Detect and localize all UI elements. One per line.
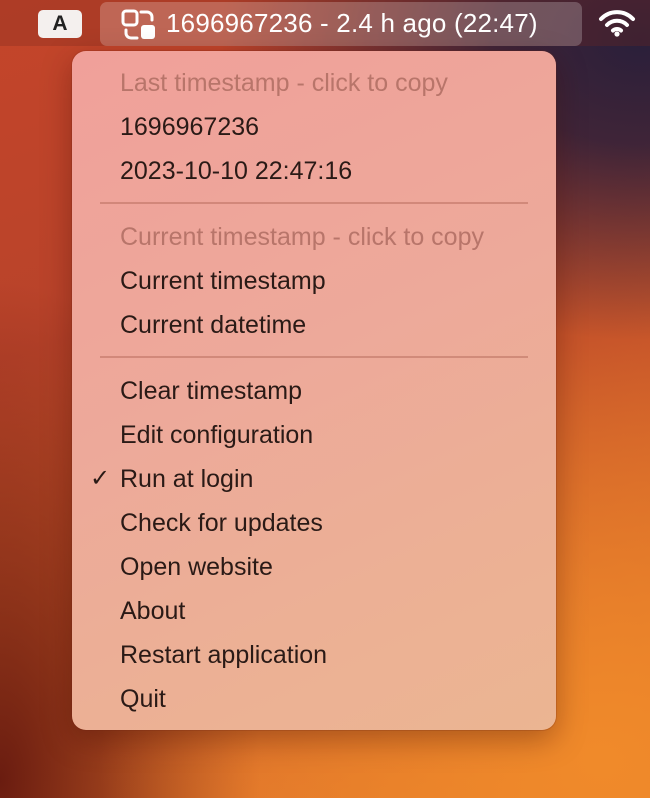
status-text: 1696967236 - 2.4 h ago (22:47) [166, 8, 538, 38]
timestamp-status-item[interactable]: 1696967236 - 2.4 h ago (22:47) [100, 2, 582, 46]
timestamp-convert-icon [121, 9, 155, 40]
input-source-label: A [52, 12, 68, 35]
menu-item-last-unix[interactable]: 1696967236 [120, 112, 259, 142]
status-dropdown-menu: Last timestamp - click to copy 169696723… [72, 51, 556, 730]
menu-item-edit-configuration[interactable]: Edit configuration [120, 420, 313, 450]
wifi-icon[interactable] [598, 9, 636, 37]
last-timestamp-header: Last timestamp - click to copy [120, 69, 448, 97]
menu-item-run-at-login[interactable]: Run at login [120, 464, 253, 494]
menu-item-current-timestamp[interactable]: Current timestamp [120, 266, 326, 296]
menu-item-clear-timestamp[interactable]: Clear timestamp [120, 376, 302, 406]
menu-item-current-datetime[interactable]: Current datetime [120, 310, 306, 340]
menu-item-restart-application[interactable]: Restart application [120, 640, 327, 670]
menu-item-check-for-updates[interactable]: Check for updates [120, 508, 323, 538]
menu-bar: A 1696967236 - 2.4 h ago (22:47) [0, 0, 650, 46]
checkmark-icon: ✓ [90, 465, 111, 492]
menu-item-last-datetime[interactable]: 2023-10-10 22:47:16 [120, 156, 352, 186]
menu-item-open-website[interactable]: Open website [120, 552, 273, 582]
menu-separator [100, 202, 528, 204]
menu-item-about[interactable]: About [120, 596, 185, 626]
menu-item-quit[interactable]: Quit [120, 684, 166, 714]
menu-separator [100, 356, 528, 358]
input-source-badge[interactable]: A [38, 10, 82, 38]
current-timestamp-header: Current timestamp - click to copy [120, 223, 484, 251]
